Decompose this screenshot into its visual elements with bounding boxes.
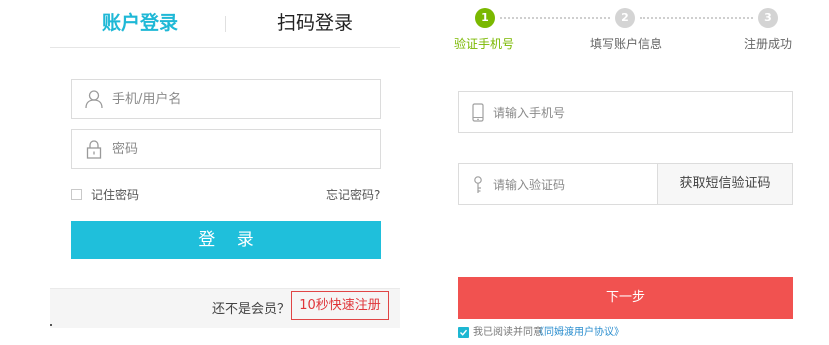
code-placeholder: 请输入验证码	[493, 178, 566, 192]
tab-qr-login[interactable]: 扫码登录	[277, 10, 353, 36]
remember-checkbox[interactable]	[71, 189, 82, 200]
agreement-text: 我已阅读并同意	[473, 327, 543, 338]
next-step-button[interactable]: 下一步	[458, 277, 793, 319]
login-panel: 账户登录 扫码登录 手机/用户名 密码 记住密码 忘记密码? 登 录 还不是会员…	[50, 0, 400, 345]
step-1-circle: 1	[475, 8, 495, 28]
phone-placeholder: 请输入手机号	[493, 106, 566, 120]
corner-dot	[50, 324, 52, 326]
quick-register-link[interactable]: 10秒快速注册	[291, 291, 389, 320]
step-connector	[500, 17, 610, 19]
user-agreement-link[interactable]: 《同姆渡用户协议》	[534, 326, 624, 339]
forgot-password-link[interactable]: 忘记密码?	[326, 187, 380, 203]
step-3-label: 注册成功	[744, 37, 793, 51]
register-panel: 1 2 3 验证手机号 填写账户信息 注册成功 请输入手机号 请输入验证码 获取…	[452, 0, 797, 345]
lock-icon	[84, 139, 104, 159]
phone-icon	[470, 103, 486, 123]
agreement-checkbox[interactable]	[458, 327, 469, 338]
username-input[interactable]: 手机/用户名	[71, 79, 381, 119]
step-2-circle: 2	[615, 8, 635, 28]
password-input[interactable]: 密码	[71, 129, 381, 169]
checkmark-icon	[460, 329, 468, 336]
step-3-circle: 3	[758, 8, 778, 28]
username-placeholder: 手机/用户名	[112, 92, 182, 107]
password-placeholder: 密码	[112, 142, 139, 157]
key-icon	[470, 175, 486, 195]
user-icon	[84, 89, 104, 109]
login-tabs: 账户登录 扫码登录	[50, 0, 400, 48]
tab-account-login[interactable]: 账户登录	[102, 10, 178, 36]
verification-code-input[interactable]: 请输入验证码	[458, 163, 658, 205]
register-bar: 还不是会员？ 10秒快速注册	[50, 288, 400, 328]
register-question: 还不是会员？	[212, 302, 291, 317]
remember-label[interactable]: 记住密码	[91, 187, 139, 203]
tab-divider	[225, 16, 226, 32]
get-sms-code-button[interactable]: 获取短信验证码	[657, 163, 793, 205]
step-2-label: 填写账户信息	[590, 37, 663, 51]
login-button[interactable]: 登 录	[71, 221, 381, 259]
step-connector	[640, 17, 753, 19]
phone-input[interactable]: 请输入手机号	[458, 91, 793, 133]
step-1-label: 验证手机号	[454, 37, 515, 51]
